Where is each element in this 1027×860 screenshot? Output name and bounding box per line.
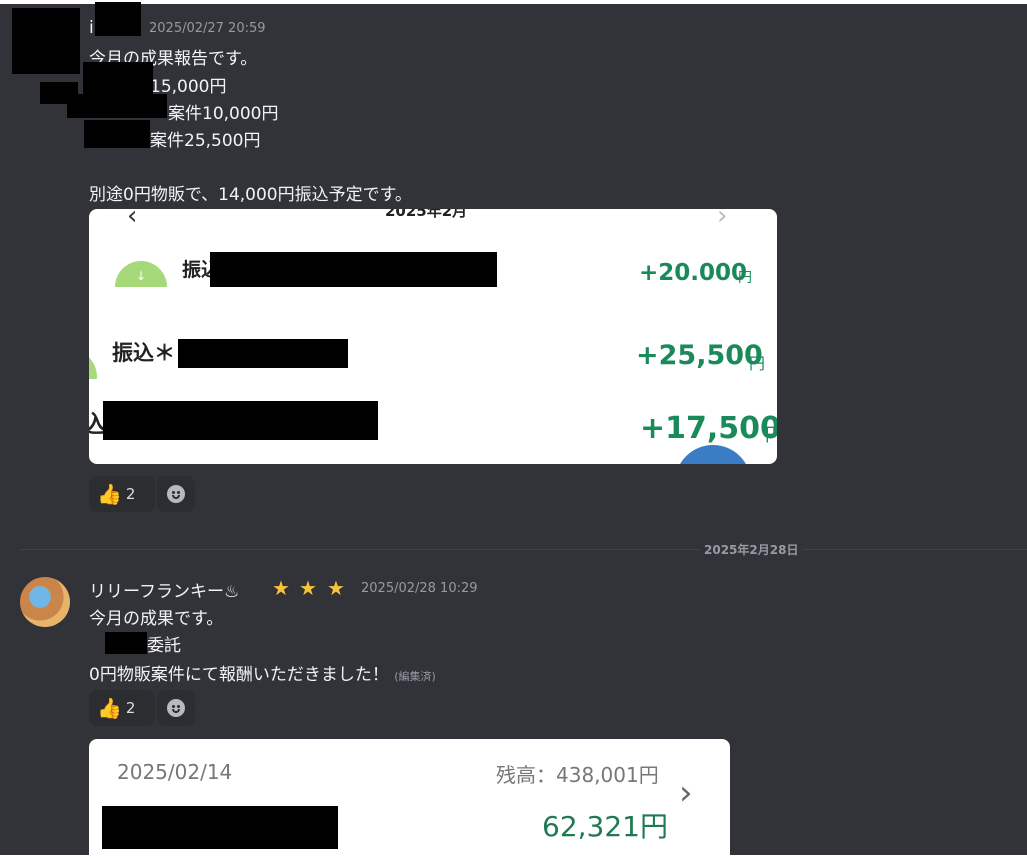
message-line-6: 別途0円物販で、14,000円振込予定です。 (89, 185, 412, 205)
username[interactable]: リリーフランキー♨ (89, 577, 239, 602)
message-line-2: 委託 (147, 636, 181, 656)
smile-icon (167, 699, 185, 717)
thumbs-up-icon: 👍 (97, 696, 122, 720)
star-icon: ★ (299, 576, 317, 600)
top-bar (0, 0, 1027, 4)
message-line-3: 案件10,000円 (168, 104, 279, 124)
transaction-date: 2025/02/14 (117, 760, 233, 784)
reaction-thumbs-up[interactable]: 👍 2 (89, 690, 155, 726)
balance-text: 残高：438,001円 (496, 763, 659, 787)
reaction-thumbs-up[interactable]: 👍 2 (89, 476, 155, 512)
attachment-image[interactable]: 2025/02/14 残高：438,001円 › 62,321円 (89, 739, 730, 860)
row-unit: 円 (765, 425, 777, 446)
add-reaction-button[interactable] (157, 690, 195, 726)
redacted-block (105, 632, 147, 654)
deposit-icon: ↓ (115, 261, 167, 287)
star-icon: ★ (327, 576, 345, 600)
username[interactable]: i (89, 18, 94, 38)
timestamp: 2025/02/28 10:29 (361, 581, 478, 596)
row-unit: 円 (738, 270, 752, 286)
redacted-block (102, 806, 338, 849)
redacted-username (95, 2, 141, 36)
bottom-edge (0, 855, 1027, 860)
chevron-left-icon: ‹ (127, 209, 138, 231)
deposit-icon (89, 349, 97, 379)
redacted-block (83, 62, 153, 94)
add-reaction-button[interactable] (157, 476, 195, 512)
message-line-1: 今月の成果です。 (89, 609, 224, 629)
thumbs-up-icon: 👍 (97, 482, 122, 506)
redacted-block (178, 339, 348, 368)
blue-circle-icon (675, 445, 751, 464)
row-unit: 円 (749, 354, 766, 373)
reaction-count: 2 (125, 485, 136, 503)
date-divider-line (20, 549, 1027, 550)
month-header: 2025年2月 (385, 209, 468, 220)
message-line-4: 案件25,500円 (150, 131, 261, 151)
redacted-block (84, 120, 150, 148)
row-amount: +25,500 (636, 340, 763, 371)
message-text: 0円物販案件にて報酬いただきました！ (89, 665, 389, 685)
timestamp: 2025/02/27 20:59 (149, 21, 266, 36)
smile-icon (167, 485, 185, 503)
redacted-block (67, 94, 167, 118)
star-icon: ★ (272, 576, 290, 600)
attachment-image[interactable]: ‹ 2025年2月 › ↓ 振込 +20.000 円 振込＊ +25,500 円… (89, 209, 777, 464)
reaction-count: 2 (125, 699, 136, 717)
avatar[interactable] (20, 577, 70, 627)
chevron-right-icon: › (717, 209, 728, 231)
message-line-3: 0円物販案件にて報酬いただきました！ (編集済) (89, 660, 436, 685)
chevron-right-icon: › (679, 773, 693, 813)
transaction-amount: 62,321円 (542, 810, 668, 843)
row-amount: +17,500 (640, 411, 777, 446)
redacted-block (210, 252, 497, 287)
row-label: 振込＊ (112, 341, 175, 365)
avatar[interactable] (12, 8, 80, 74)
redacted-block (103, 401, 378, 440)
edited-label: (編集済) (394, 670, 436, 683)
date-divider: 2025年2月28日 (700, 541, 803, 558)
row-amount: +20.000 (639, 260, 748, 286)
